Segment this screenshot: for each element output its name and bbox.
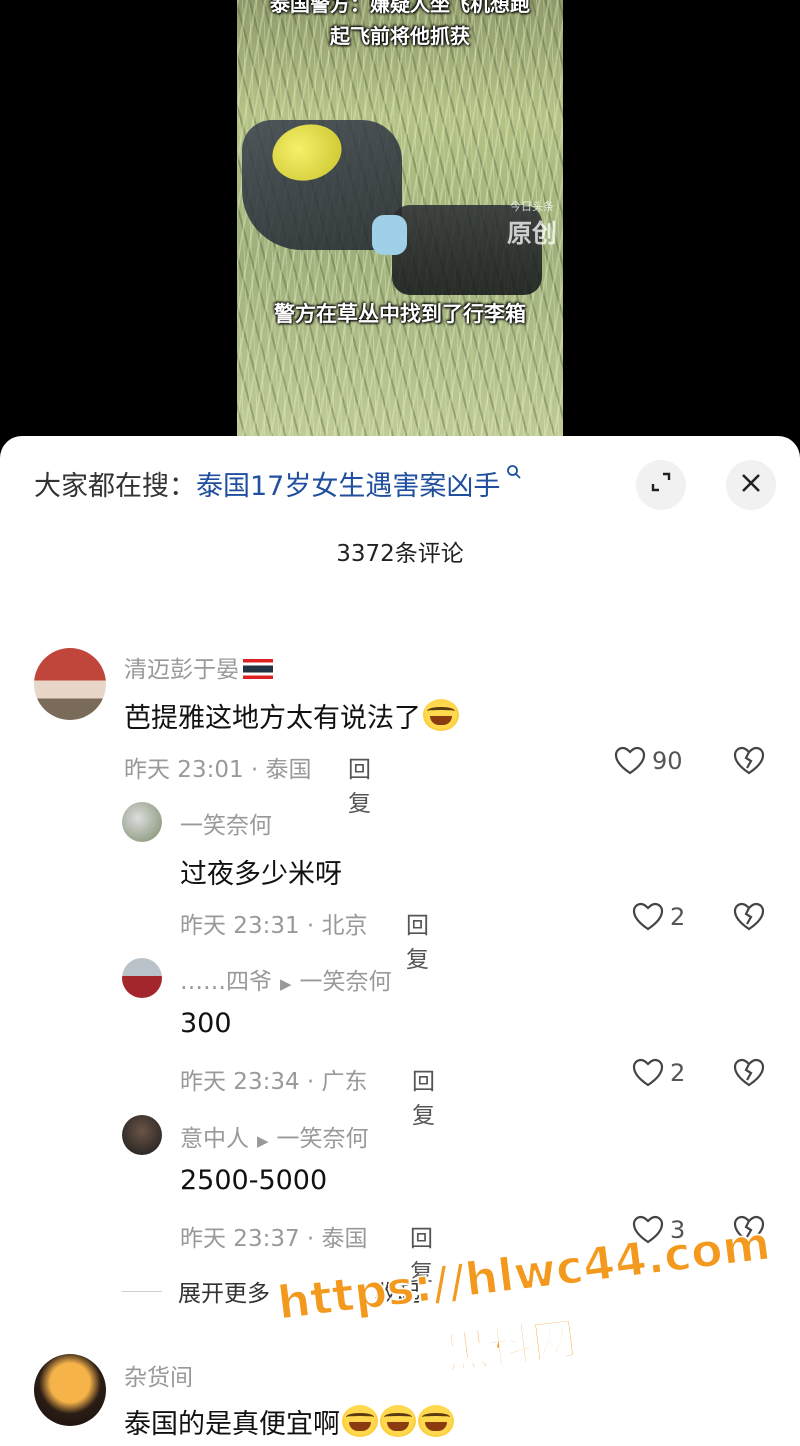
- comment-meta: 昨天 23:34 · 广东: [180, 1069, 368, 1095]
- dislike-button[interactable]: [733, 1058, 765, 1088]
- like-button[interactable]: 2: [632, 1058, 685, 1088]
- reply-button[interactable]: 回复: [412, 1062, 435, 1130]
- divider: [122, 1291, 162, 1292]
- comment-text: 泰国的是真便宜啊: [124, 1402, 454, 1441]
- comment-meta: 昨天 23:31 · 北京: [180, 913, 368, 939]
- comment-meta: 昨天 23:01 · 泰国: [124, 757, 312, 783]
- like-count: 2: [670, 1059, 686, 1087]
- close-button[interactable]: [726, 460, 776, 510]
- heart-icon: [632, 1058, 664, 1088]
- avatar[interactable]: [122, 1115, 162, 1155]
- expand-button[interactable]: [636, 460, 686, 510]
- video-watermark: 今日头条 原创: [507, 198, 557, 250]
- hot-search-prefix: 大家都在搜：: [34, 471, 196, 502]
- reply-to-name[interactable]: 一笑奈何: [300, 969, 392, 995]
- comment-text: 过夜多少米呀: [180, 859, 342, 890]
- reply-button[interactable]: 回复: [348, 750, 371, 818]
- reply-button[interactable]: 回复: [406, 906, 429, 974]
- close-icon: [739, 468, 763, 503]
- expand-more-label: 展开更多: [178, 1281, 270, 1307]
- comment-author[interactable]: 一笑奈何: [180, 806, 272, 840]
- laughing-emoji-icon: [380, 1405, 416, 1437]
- like-button[interactable]: 2: [632, 902, 685, 932]
- thailand-flag-icon: [243, 659, 273, 679]
- comment-text: 2500-5000: [180, 1165, 328, 1196]
- heart-icon: [614, 746, 646, 776]
- comment-author[interactable]: 意中人 ▶ 一笑奈何: [180, 1119, 369, 1153]
- comment-text-content: 芭提雅这地方太有说法了: [124, 703, 421, 734]
- video-caption-mid: 警方在草丛中找到了行李箱: [274, 302, 526, 326]
- video-frame: 泰国警方：嫌疑人坐飞机想跑 起飞前将他抓获 警方在草丛中找到了行李箱 今日头条 …: [237, 0, 563, 460]
- hot-search-query[interactable]: 泰国17岁女生遇害案凶手: [196, 471, 500, 502]
- laughing-emoji-icon: [418, 1405, 454, 1437]
- glove: [372, 215, 407, 255]
- comment-meta: 昨天 23:37 · 泰国: [180, 1226, 368, 1252]
- expand-icon: [648, 469, 674, 502]
- broken-heart-icon: [733, 902, 765, 932]
- hot-search-bar[interactable]: 大家都在搜：泰国17岁女生遇害案凶手: [34, 464, 522, 503]
- search-icon: [500, 465, 521, 485]
- laughing-emoji-icon: [342, 1405, 378, 1437]
- caption-line-1: 泰国警方：嫌疑人坐飞机想跑: [270, 0, 530, 16]
- author-name: ……四爷: [180, 969, 272, 995]
- dislike-button[interactable]: [733, 746, 765, 776]
- caption-line-2: 起飞前将他抓获: [330, 24, 470, 48]
- avatar[interactable]: [122, 802, 162, 842]
- comment-author[interactable]: 清迈彭于晏: [124, 650, 273, 684]
- comment-text: 300: [180, 1008, 232, 1039]
- avatar[interactable]: [34, 648, 106, 720]
- comment-count: 3372条评论: [336, 541, 464, 567]
- reply-arrow-icon: ▶: [257, 1132, 269, 1150]
- like-button[interactable]: 90: [614, 746, 683, 776]
- reply-to-name[interactable]: 一笑奈何: [277, 1126, 369, 1152]
- expand-more-button[interactable]: 展开更多 ⌄: [178, 1274, 291, 1308]
- reply-arrow-icon: ▶: [280, 975, 292, 993]
- broken-heart-icon: [733, 746, 765, 776]
- like-count: 90: [652, 747, 683, 775]
- comment-text-content: 泰国的是真便宜啊: [124, 1409, 340, 1440]
- heart-icon: [632, 902, 664, 932]
- dislike-button[interactable]: [733, 902, 765, 932]
- avatar[interactable]: [122, 958, 162, 998]
- author-name: 清迈彭于晏: [124, 657, 239, 683]
- laughing-crying-emoji-icon: [423, 699, 459, 731]
- video-player[interactable]: 泰国警方：嫌疑人坐飞机想跑 起飞前将他抓获 警方在草丛中找到了行李箱 今日头条 …: [0, 0, 800, 460]
- author-name: 意中人: [180, 1126, 249, 1152]
- video-caption-top: 泰国警方：嫌疑人坐飞机想跑 起飞前将他抓获: [237, 0, 563, 52]
- watermark-small: 今日头条: [509, 200, 554, 213]
- like-count: 2: [670, 903, 686, 931]
- comment-text: 芭提雅这地方太有说法了: [124, 696, 459, 735]
- comment-author[interactable]: 杂货间: [124, 1358, 193, 1392]
- comment-author[interactable]: ……四爷 ▶ 一笑奈何: [180, 962, 392, 996]
- broken-heart-icon: [733, 1058, 765, 1088]
- avatar[interactable]: [34, 1354, 106, 1426]
- watermark-big: 原创: [506, 219, 557, 248]
